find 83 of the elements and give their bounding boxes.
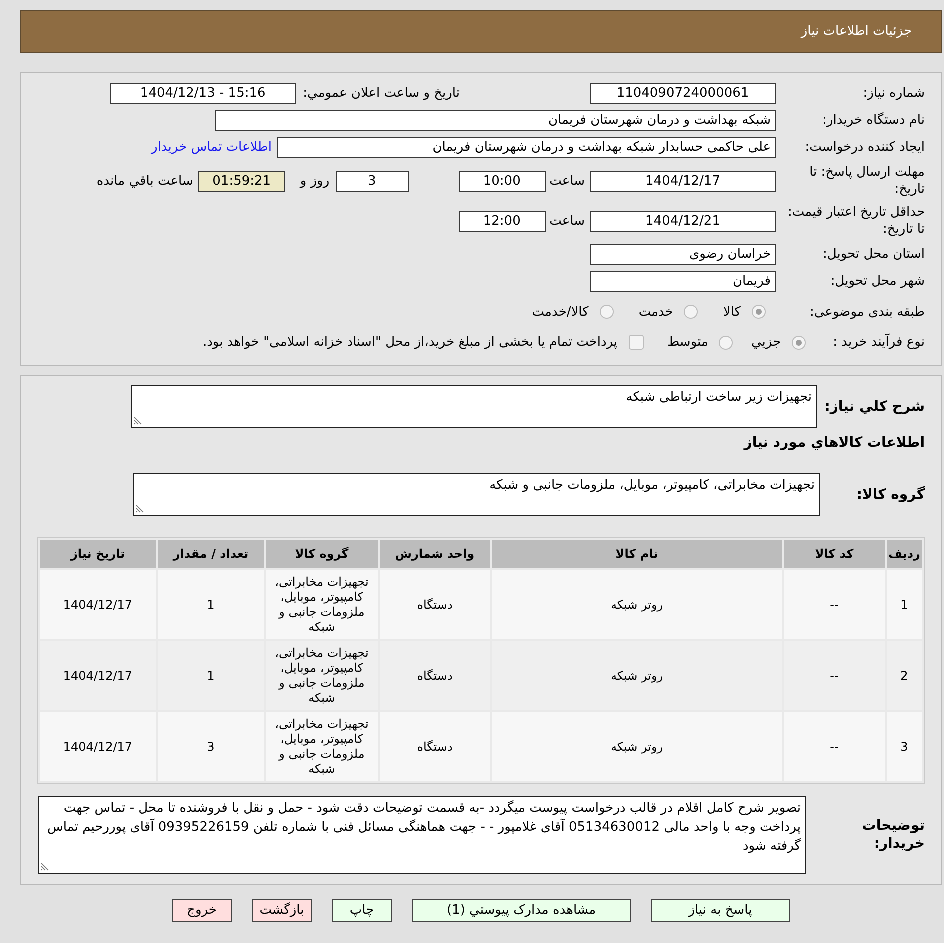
validity-time-field[interactable]: 12:00 xyxy=(458,210,546,232)
payment-note-text: پرداخت تمام یا بخشی از مبلغ خرید،از محل "اسناد خزانه اسلامی" خواهد بود. xyxy=(203,335,618,350)
table-cell: تجهیزات مخابراتی، کامپیوتر، موبایل، ملزومات جانبی و شبکه xyxy=(266,570,378,639)
radio-label: کالا/خدمت xyxy=(532,304,589,320)
table-cell: دستگاه xyxy=(380,641,490,710)
table-cell: 3 xyxy=(887,712,922,781)
table-cell: -- xyxy=(784,641,885,710)
remaining-time-field[interactable]: 01:59:21 xyxy=(198,170,286,192)
field-label: استان محل تحویل: xyxy=(822,246,925,263)
radio-button[interactable] xyxy=(792,336,806,350)
table-cell: 1 xyxy=(887,570,922,639)
field-label: نام دستگاه خريدار: xyxy=(822,112,925,129)
field-label: نوع فرآیند خرید : xyxy=(833,335,925,350)
radio-button[interactable] xyxy=(684,305,698,319)
announce-date-field[interactable]: 1404/12/13 - 15:16 xyxy=(110,83,296,104)
field-label: توضیحات خریدار: xyxy=(861,817,925,853)
action-button[interactable]: مشاهده مدارک پیوستي (1) xyxy=(412,899,631,922)
city-field[interactable]: فریمان xyxy=(590,271,776,292)
column-header: ردیف xyxy=(887,540,922,568)
table-cell: روتر شبکه xyxy=(492,641,782,710)
action-button[interactable]: پاسخ به نیاز xyxy=(651,899,790,922)
table-cell: تجهیزات مخابراتی، کامپیوتر، موبایل، ملزومات جانبی و شبکه xyxy=(266,641,378,710)
field-label: ساعت باقي مانده xyxy=(96,174,194,188)
table-cell: 1404/12/17 xyxy=(40,641,156,710)
radio-label: متوسط xyxy=(668,335,708,350)
table-cell: روتر شبکه xyxy=(492,570,782,639)
table-cell: 2 xyxy=(887,641,922,710)
table-cell: روتر شبکه xyxy=(492,712,782,781)
buyer-notes-field[interactable]: تصویر شرح کامل اقلام در قالب درخواست پیوست میگردد -به قسمت توضیحات دقت شود - حمل و نقل با فروشنده تا محل - تماس جهت پرداخت وجه با واحد مالی 05134630012 آقای غلامپور - - جهت هماهنگی مسائل فنی با شماره تلفن 09395226159 آقای پوررحیم تماس گرفته شود xyxy=(38,796,806,874)
radio-label: جزيي xyxy=(751,335,782,350)
field-label: ایجاد کننده درخواست: xyxy=(804,139,925,156)
table-cell: -- xyxy=(784,712,885,781)
resize-grip-icon[interactable] xyxy=(41,863,49,871)
validity-date-field[interactable]: 1404/12/21 xyxy=(590,210,776,232)
column-header: نام کالا xyxy=(492,540,782,568)
resize-grip-icon[interactable] xyxy=(134,417,142,425)
requester-field[interactable]: علی حاکمی حسابدار شبکه بهداشت و درمان شهرستان فریمان xyxy=(277,137,776,158)
field-label: شرح کلي نیاز: xyxy=(824,398,925,414)
buyer-contact-link[interactable]: اطلاعات تماس خريدار xyxy=(152,140,272,155)
table-cell: -- xyxy=(784,570,885,639)
summary-field[interactable]: تجهیزات زیر ساخت ارتباطی شبکه xyxy=(131,385,817,428)
field-label: ساعت xyxy=(550,174,585,188)
column-header: کد کالا xyxy=(784,540,885,568)
field-label: شهر محل تحویل: xyxy=(830,273,925,290)
column-header: گروه کالا xyxy=(266,540,378,568)
field-label: گروه کالا: xyxy=(856,486,925,502)
radio-button[interactable] xyxy=(600,305,614,319)
deadline-date-field[interactable]: 1404/12/17 xyxy=(590,170,776,192)
checkbox[interactable] xyxy=(628,335,644,350)
action-button[interactable]: بازگشت xyxy=(252,899,312,922)
table-cell: دستگاه xyxy=(380,570,490,639)
field-label: تاریخ و ساعت اعلان عمومي: xyxy=(303,86,460,101)
page-title: جزئیات اطلاعات نیاز xyxy=(801,24,912,39)
days-field[interactable]: 3 xyxy=(336,170,409,192)
field-label: ساعت xyxy=(550,214,585,228)
radio-label: کالا xyxy=(723,304,741,320)
field-label: طبقه بندی موضوعی: xyxy=(808,304,925,320)
table-cell: 1404/12/17 xyxy=(40,712,156,781)
column-header: تعداد / مقدار xyxy=(158,540,264,568)
action-button[interactable]: چاپ xyxy=(332,899,392,922)
table-cell: تجهیزات مخابراتی، کامپیوتر، موبایل، ملزومات جانبی و شبکه xyxy=(266,712,378,781)
action-button[interactable]: خروج xyxy=(172,899,232,922)
field-label: شماره نیاز: xyxy=(862,85,925,102)
radio-button[interactable] xyxy=(719,336,734,350)
deadline-time-field[interactable]: 10:00 xyxy=(458,170,546,192)
section-heading: اطلاعات کالاهاي مورد نیاز xyxy=(742,434,925,452)
table-cell: 1 xyxy=(158,641,264,710)
table-cell: 1 xyxy=(158,570,264,639)
column-header: واحد شمارش xyxy=(380,540,490,568)
column-header: تاریخ نیاز xyxy=(40,540,156,568)
field-label: حداقل تاریخ اعتبار قیمت: تا تاریخ: xyxy=(786,204,925,238)
table-cell: 1404/12/17 xyxy=(40,570,156,639)
buyer-org-field[interactable]: شبکه بهداشت و درمان شهرستان فریمان xyxy=(215,110,776,131)
field-label: مهلت ارسال پاسخ: تا تاریخ: xyxy=(808,164,925,198)
need-number-field[interactable]: 1104090724000061 xyxy=(590,83,776,104)
table-cell: 3 xyxy=(158,712,264,781)
field-label: روز و xyxy=(300,174,330,188)
resize-grip-icon[interactable] xyxy=(136,505,144,513)
province-field[interactable]: خراسان رضوی xyxy=(590,244,776,265)
table-cell: دستگاه xyxy=(380,712,490,781)
radio-button[interactable] xyxy=(752,305,766,319)
radio-label: خدمت xyxy=(638,304,674,320)
goods-group-field[interactable]: تجهیزات مخابراتی، کامپیوتر، موبایل، ملزومات جانبی و شبکه xyxy=(133,473,820,516)
